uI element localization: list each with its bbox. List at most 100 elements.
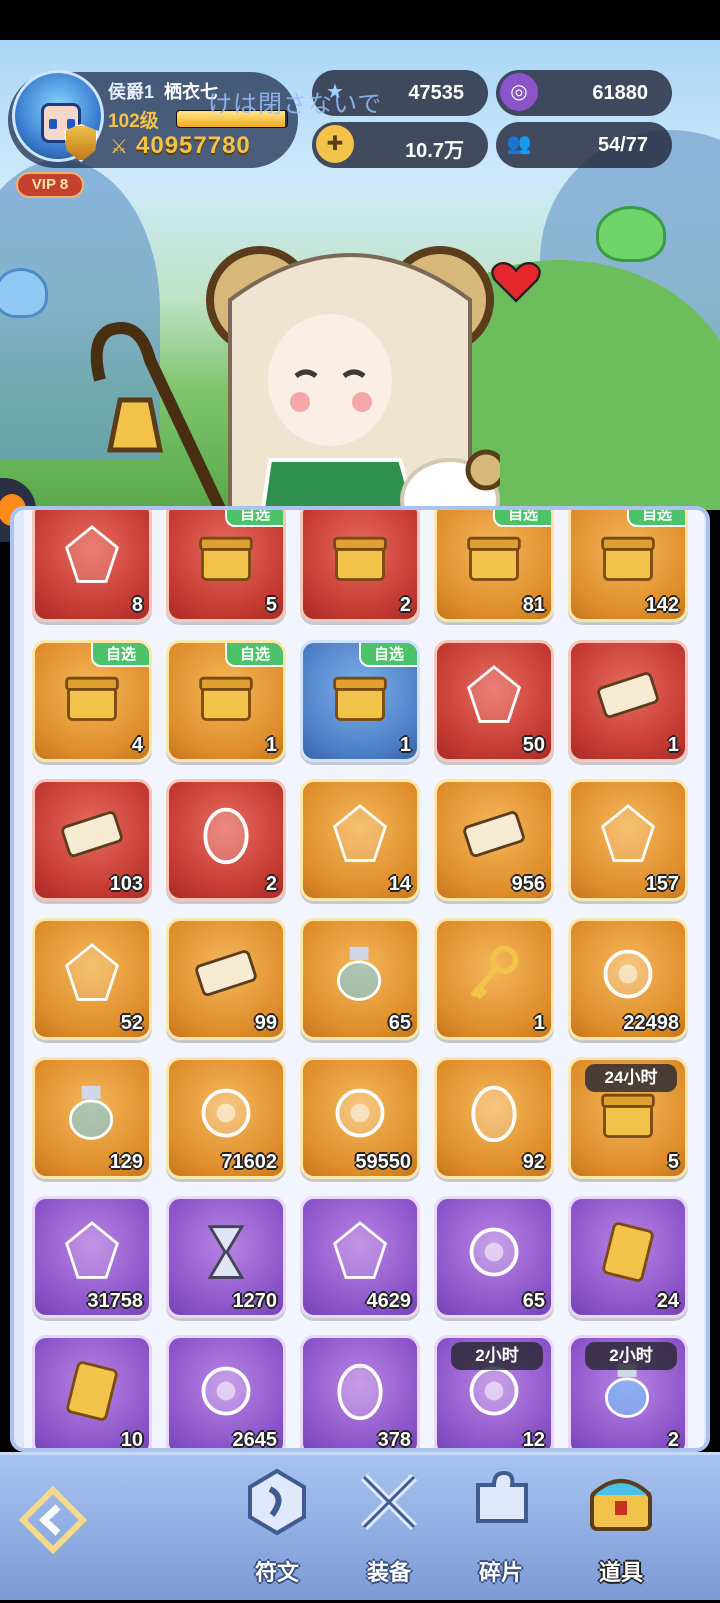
planet-orb-icon	[201, 1366, 251, 1416]
inventory-item[interactable]: 956	[434, 779, 554, 901]
inventory-item[interactable]: 自选 4	[32, 640, 152, 762]
inventory-item[interactable]: 92	[434, 1057, 554, 1179]
inventory-item[interactable]: 65	[434, 1196, 554, 1318]
inventory-item[interactable]: 2	[300, 510, 420, 622]
time-limit-label: 2小时	[585, 1342, 677, 1370]
inventory-item[interactable]: 65	[300, 918, 420, 1040]
inventory-item[interactable]: 71602	[166, 1057, 286, 1179]
gold-coin-icon	[201, 1088, 251, 1138]
inventory-item[interactable]: 129	[32, 1057, 152, 1179]
purple-coin-icon	[335, 1088, 385, 1138]
green-slime	[596, 206, 666, 262]
mystery-chest-icon	[333, 536, 387, 581]
refresh-card-icon	[66, 1361, 118, 1421]
item-count: 1	[399, 734, 411, 756]
blue-ticket-icon	[597, 672, 659, 719]
purple-coin-icon: ◎	[500, 73, 538, 111]
nav-label: 装备	[366, 1560, 411, 1585]
inventory-item[interactable]: 2小时 2	[568, 1335, 688, 1451]
fire-egg-icon	[203, 807, 249, 865]
inventory-item[interactable]: 31758	[32, 1196, 152, 1318]
nav-tab-rune[interactable]: 符文	[222, 1455, 332, 1603]
item-count: 103	[109, 873, 143, 895]
purple-coin-currency[interactable]: ◎ 61880	[496, 70, 672, 116]
nav-tab-crossed-swords[interactable]: 装备	[334, 1455, 444, 1603]
summon-ticket-icon	[61, 811, 123, 858]
gold-currency[interactable]: ✚ 10.7万	[312, 122, 488, 168]
item-count: 1270	[232, 1290, 278, 1312]
blue-slime	[0, 268, 48, 318]
selectable-tag: 自选	[225, 643, 283, 667]
inventory-item[interactable]: 24	[568, 1196, 688, 1318]
back-arrow-icon[interactable]	[18, 1485, 88, 1555]
nav-label: 道具	[598, 1560, 643, 1585]
inventory-item[interactable]: 24小时 5	[568, 1057, 688, 1179]
player-level: 102级	[108, 111, 159, 132]
inventory-item[interactable]: 10	[32, 1335, 152, 1448]
inventory-item[interactable]: 99	[166, 918, 286, 1040]
item-count: 5	[265, 594, 277, 616]
inventory-item[interactable]: 自选 142	[568, 510, 688, 622]
inventory-item[interactable]: 1270	[166, 1196, 286, 1318]
group-icon: 👥	[506, 133, 532, 155]
item-count: 1	[265, 734, 277, 756]
bottom-nav: 符文 装备 碎片 道具	[0, 1452, 720, 1600]
item-count: 1	[667, 734, 679, 756]
inventory-item[interactable]: 8	[32, 510, 152, 622]
members-counter[interactable]: 👥 54/77	[496, 122, 672, 168]
crystal-cluster-icon	[332, 1221, 388, 1279]
inventory-item[interactable]: 52	[32, 918, 152, 1040]
time-limit-label: 2小时	[451, 1342, 543, 1370]
nav-tab-puzzle-piece[interactable]: 碎片	[446, 1455, 556, 1603]
star-gift-box-icon	[601, 536, 655, 581]
selectable-tag: 自选	[359, 643, 417, 667]
item-count: 2	[265, 873, 277, 895]
inventory-item[interactable]: 自选 5	[166, 510, 286, 622]
inventory-item[interactable]: 2小时 12	[434, 1335, 554, 1448]
gold-coin-add-icon[interactable]: ✚	[316, 125, 354, 163]
inventory-item[interactable]: 2	[166, 779, 286, 901]
inventory-item[interactable]: 103	[32, 779, 152, 901]
star-crystal-icon	[600, 804, 656, 862]
inventory-item[interactable]: 自选 1	[300, 640, 420, 762]
item-count: 142	[645, 594, 679, 616]
item-count: 378	[377, 1429, 411, 1451]
lightning-potion-icon	[68, 1085, 114, 1140]
inventory-grid: 8 自选 5 2 自选 81 自选 142 自选 4 自选 1 自选 1 50 1 103 2 14 956 157 52…	[24, 510, 704, 1451]
player-rank: 侯爵1	[108, 82, 155, 102]
green-leaf-gem-icon	[64, 943, 120, 1001]
item-count: 5	[667, 1151, 679, 1173]
heart-icon	[491, 262, 541, 303]
item-count: 2645	[232, 1429, 278, 1451]
shepherd-staff	[90, 322, 228, 510]
item-count: 71602	[221, 1151, 277, 1173]
item-count: 22498	[623, 1012, 679, 1034]
inventory-item[interactable]: 50	[434, 640, 554, 762]
gold-ticket-icon	[463, 811, 525, 858]
gem-chest-icon	[199, 676, 253, 721]
vip-badge[interactable]: VIP 8	[16, 172, 84, 198]
inventory-item[interactable]: 1	[568, 640, 688, 762]
inventory-item[interactable]: 1	[434, 918, 554, 1040]
inventory-item[interactable]: 自选 1	[166, 640, 286, 762]
item-count: 59550	[355, 1151, 411, 1173]
inventory-item[interactable]: 14	[300, 779, 420, 901]
inventory-item[interactable]: 157	[568, 779, 688, 901]
inventory-item[interactable]: 59550	[300, 1057, 420, 1179]
selectable-tag: 自选	[627, 510, 685, 527]
item-count: 2	[667, 1429, 679, 1451]
item-count: 14	[388, 873, 411, 895]
potion-vial-icon	[336, 946, 382, 1001]
sword-card-icon	[602, 1222, 654, 1282]
inventory-item[interactable]: 4629	[300, 1196, 420, 1318]
treasure-chest-icon	[590, 1479, 652, 1531]
item-count: 52	[120, 1012, 143, 1034]
nav-tab-treasure-chest[interactable]: 道具	[566, 1455, 676, 1603]
treasure-chest-icon	[65, 676, 119, 721]
inventory-item[interactable]: 378	[300, 1335, 420, 1451]
inventory-item[interactable]: 22498	[568, 918, 688, 1040]
crossed-swords-icon: ⚔	[110, 136, 128, 158]
inventory-item[interactable]: 2645	[166, 1335, 286, 1451]
item-count: 81	[522, 594, 545, 616]
inventory-item[interactable]: 自选 81	[434, 510, 554, 622]
